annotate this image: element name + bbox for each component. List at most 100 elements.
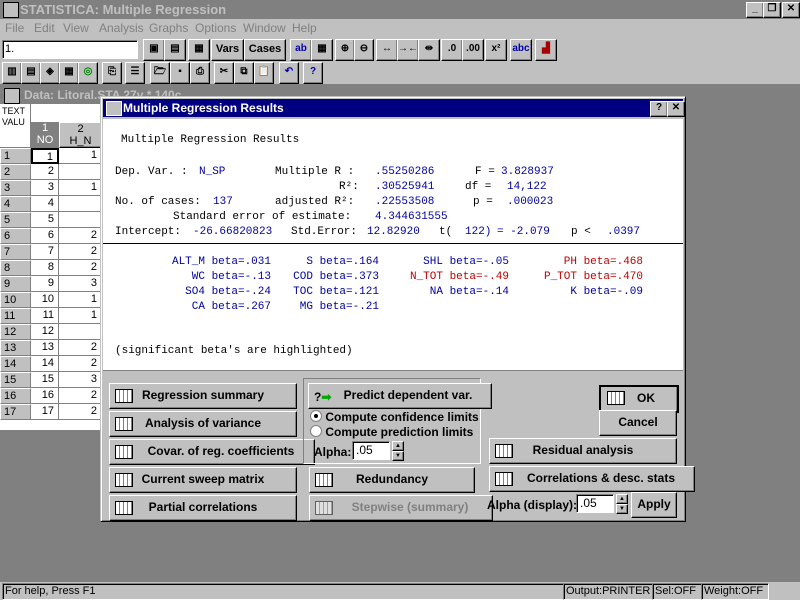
cell-no[interactable]: 11 (31, 308, 59, 324)
close-icon[interactable]: ✕ (782, 2, 800, 18)
window-icon[interactable]: ▤ (164, 39, 186, 61)
cell-no[interactable]: 17 (31, 404, 59, 420)
spin-up-icon[interactable]: ▲ (392, 441, 404, 451)
column-width-icon[interactable]: ⇹ (418, 39, 440, 61)
save-icon[interactable]: ▪ (170, 62, 190, 84)
cell-no[interactable]: 12 (31, 324, 59, 340)
text-values-header[interactable]: TEXT VALU (0, 104, 31, 148)
cut-icon[interactable]: ✂ (214, 62, 234, 84)
chart-icon[interactable]: ▟ (535, 39, 557, 61)
row-header[interactable]: 1 (0, 148, 31, 164)
menu-edit[interactable]: Edit (34, 21, 55, 35)
cell-h-n[interactable]: 3 (59, 276, 102, 292)
cases-button[interactable]: Cases (244, 39, 286, 61)
menu-window[interactable]: Window (243, 21, 286, 35)
spin-down-icon[interactable]: ▼ (392, 451, 404, 461)
layers-icon[interactable]: ◈ (40, 62, 60, 84)
spreadsheet-icon[interactable] (4, 88, 20, 104)
residual-analysis-button[interactable]: Residual analysis (489, 438, 677, 464)
cell-h-n[interactable] (59, 212, 102, 228)
cell-h-n[interactable]: 1 (59, 180, 102, 196)
spin-up-icon[interactable]: ▲ (616, 494, 628, 504)
row-header[interactable]: 15 (0, 372, 31, 388)
confidence-limits-radio[interactable]: Compute confidence limits (310, 410, 479, 424)
dialog-app-icon[interactable] (106, 101, 122, 116)
menu-help[interactable]: Help (292, 21, 317, 35)
cell-h-n[interactable] (59, 324, 102, 340)
grid-fill-icon[interactable]: ▦ (311, 39, 333, 61)
apply-button[interactable]: Apply (631, 492, 677, 518)
correlations-desc-stats-button[interactable]: Correlations & desc. stats (489, 466, 695, 492)
column-header-h-n[interactable]: 2 H_N (59, 122, 102, 148)
cell-h-n[interactable]: 2 (59, 404, 102, 420)
help-icon[interactable]: ? (650, 101, 668, 117)
row-header[interactable]: 13 (0, 340, 31, 356)
row-header[interactable]: 2 (0, 164, 31, 180)
prediction-limits-radio[interactable]: Compute prediction limits (310, 425, 473, 439)
widen-column-icon[interactable]: ↔ (376, 39, 398, 61)
cell-no[interactable]: 16 (31, 388, 59, 404)
copy-clipboard-icon[interactable]: ⧉ (234, 62, 254, 84)
cell-no[interactable]: 14 (31, 356, 59, 372)
copy-icon[interactable]: ▣ (143, 39, 165, 61)
row-header[interactable]: 6 (0, 228, 31, 244)
undo-icon[interactable]: ↶ (279, 62, 299, 84)
help-question-icon[interactable]: ? (303, 62, 323, 84)
row-header[interactable]: 10 (0, 292, 31, 308)
data-icon[interactable]: ▤ (21, 62, 41, 84)
narrow-column-icon[interactable]: →← (397, 39, 419, 61)
stats-icon[interactable]: ▥ (2, 62, 22, 84)
cell-h-n[interactable]: 2 (59, 340, 102, 356)
cell-no[interactable]: 3 (31, 180, 59, 196)
row-header[interactable]: 5 (0, 212, 31, 228)
spin-down-icon[interactable]: ▼ (616, 504, 628, 514)
cell-no[interactable]: 2 (31, 164, 59, 180)
cell-no[interactable]: 7 (31, 244, 59, 260)
paste-icon[interactable]: 📋 (254, 62, 274, 84)
app-icon[interactable] (3, 2, 19, 18)
column-header-no[interactable]: 1 NO (31, 122, 59, 148)
menu-analysis[interactable]: Analysis (99, 21, 144, 35)
row-header[interactable]: 17 (0, 404, 31, 420)
spreadsheet-icon[interactable]: ▦ (59, 62, 79, 84)
row-header[interactable]: 3 (0, 180, 31, 196)
cell-h-n[interactable] (59, 196, 102, 212)
row-header[interactable]: 16 (0, 388, 31, 404)
cell-no[interactable]: 5 (31, 212, 59, 228)
alpha-input[interactable]: .05 (352, 441, 390, 460)
partial-correlations-button[interactable]: Partial correlations (109, 495, 297, 521)
cell-no[interactable]: 6 (31, 228, 59, 244)
row-header[interactable]: 4 (0, 196, 31, 212)
formula-icon[interactable]: x² (485, 39, 507, 61)
zoom-out-icon[interactable]: ⊖ (354, 39, 374, 61)
cell-h-n[interactable]: 1 (59, 148, 102, 164)
add-decimal-icon[interactable]: .0 (441, 39, 463, 61)
cell-no[interactable]: 13 (31, 340, 59, 356)
graph-icon[interactable]: ◎ (78, 62, 98, 84)
row-header[interactable]: 8 (0, 260, 31, 276)
abc-123-icon[interactable]: abc (510, 39, 532, 61)
redundancy-button[interactable]: Redundancy (309, 467, 475, 493)
cell-h-n[interactable] (59, 164, 102, 180)
minimize-icon[interactable]: _ (746, 2, 764, 18)
cell-h-n[interactable]: 2 (59, 260, 102, 276)
cell-no[interactable]: 1 (31, 148, 59, 164)
cell-h-n[interactable]: 1 (59, 292, 102, 308)
analysis-of-variance-button[interactable]: Analysis of variance (109, 411, 297, 437)
cell-no[interactable]: 9 (31, 276, 59, 292)
zoom-in-icon[interactable]: ⊕ (335, 39, 355, 61)
cell-h-n[interactable]: 2 (59, 356, 102, 372)
predict-dependent-button[interactable]: ?➡ Predict dependent var. (308, 383, 492, 409)
cell-reference-input[interactable]: 1. (2, 40, 138, 59)
cell-h-n[interactable]: 2 (59, 228, 102, 244)
row-header[interactable]: 14 (0, 356, 31, 372)
list-icon[interactable]: ☰ (125, 62, 145, 84)
covariance-coefficients-button[interactable]: Covar. of reg. coefficients (109, 439, 315, 465)
abc-icon[interactable]: ab (290, 39, 312, 61)
row-header[interactable]: 12 (0, 324, 31, 340)
print-icon[interactable]: ⎙ (190, 62, 210, 84)
remove-decimal-icon[interactable]: .00 (462, 39, 484, 61)
open-folder-icon[interactable]: 🗁 (150, 62, 170, 84)
cell-h-n[interactable]: 2 (59, 388, 102, 404)
row-header[interactable]: 7 (0, 244, 31, 260)
